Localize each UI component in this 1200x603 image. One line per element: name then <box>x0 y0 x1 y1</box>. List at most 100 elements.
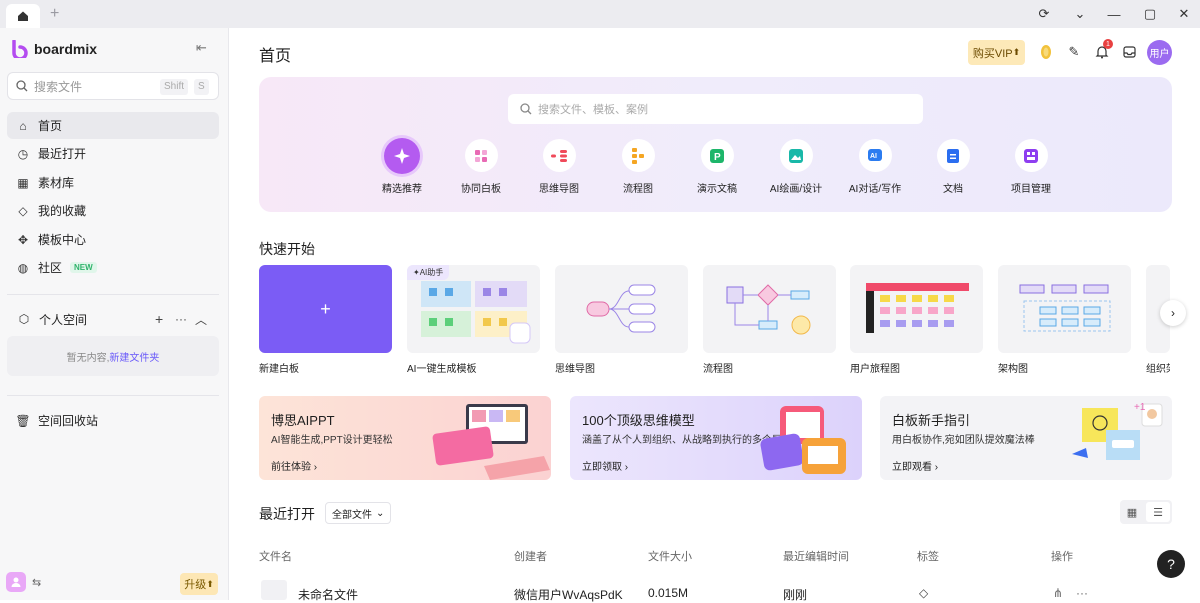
svg-text:P: P <box>714 152 721 163</box>
banner-link-label: 立即观看 <box>892 462 932 473</box>
category-flowchart[interactable]: 流程图 <box>598 139 678 195</box>
category-ai-writing[interactable]: AI AI对话/写作 <box>835 139 915 195</box>
sidebar-search[interactable]: 搜索文件 Shift S <box>7 72 219 100</box>
more-icon[interactable]: ··· <box>175 312 187 326</box>
sidebar-item-label: 模板中心 <box>38 233 87 247</box>
mindmap-preview <box>586 284 656 333</box>
grid-view-icon[interactable]: ▦ <box>1120 500 1144 524</box>
sidebar-item-label: 最近打开 <box>38 147 87 161</box>
upgrade-button[interactable]: 升级 ⬆ <box>180 573 218 595</box>
category-label: 协同白板 <box>461 184 501 195</box>
share-icon[interactable]: ⋔ <box>1053 586 1063 600</box>
column-header-edited[interactable]: 最近编辑时间 <box>783 548 849 564</box>
card-label: 思维导图 <box>555 364 595 375</box>
personal-space-header[interactable]: ⬡ 个人空间 + ··· ︿ <box>7 308 219 330</box>
column-header-name[interactable]: 文件名 <box>259 548 292 564</box>
close-button[interactable]: ✕ <box>1166 0 1200 28</box>
clock-icon: ◷ <box>17 146 29 161</box>
scroll-right-button[interactable]: › <box>1160 300 1186 326</box>
category-mindmap[interactable]: 思维导图 <box>519 139 599 195</box>
planet-icon: ◍ <box>17 260 29 275</box>
tag-icon[interactable]: ◇ <box>919 586 928 600</box>
journey-preview <box>866 283 969 333</box>
chevron-up-icon[interactable]: ︿ <box>195 311 207 328</box>
category-presentation[interactable]: P 演示文稿 <box>677 139 757 195</box>
card-label: AI一键生成模板 <box>407 364 477 375</box>
banner-link[interactable]: 立即领取 › <box>582 458 628 473</box>
banner-thinking-models[interactable]: 100个顶级思维模型 涵盖了从个人到组织、从战略到执行的多个层面 立即领取 › <box>570 396 862 480</box>
collapse-sidebar-icon[interactable]: ⇤ <box>196 40 207 56</box>
banner-title: 白板新手指引 <box>892 413 971 428</box>
global-search-input[interactable]: 搜索文件、模板、案例 <box>508 94 923 124</box>
sidebar-item-label: 我的收藏 <box>38 204 87 218</box>
new-folder-link[interactable]: 新建文件夹 <box>109 349 159 364</box>
banner-link[interactable]: 立即观看 › <box>892 458 938 473</box>
file-creator: 微信用户WvAqsPdK <box>514 588 623 602</box>
sidebar-item-community[interactable]: ◍ 社区 NEW <box>7 254 219 281</box>
banner-subtitle: AI智能生成,PPT设计更轻松 <box>271 435 393 446</box>
sidebar-item-templates[interactable]: ✥ 模板中心 <box>7 226 219 253</box>
mindmap-icon <box>542 139 576 172</box>
search-placeholder: 搜索文件 <box>34 79 83 94</box>
personal-space-title: 个人空间 <box>39 312 88 327</box>
brand-logo[interactable]: boardmix <box>12 40 97 58</box>
architecture-card[interactable] <box>998 265 1131 353</box>
column-header-actions[interactable]: 操作 <box>1051 548 1073 564</box>
file-name[interactable]: 未命名文件 <box>298 586 358 603</box>
column-header-tags[interactable]: 标签 <box>917 548 939 564</box>
category-whiteboard[interactable]: 协同白板 <box>441 139 521 195</box>
category-ai-design[interactable]: AI绘画/设计 <box>756 139 836 195</box>
banner-aippt[interactable]: 博思AIPPT AI智能生成,PPT设计更轻松 前往体验 › <box>259 396 551 480</box>
user-avatar-small[interactable] <box>6 572 26 592</box>
column-header-size[interactable]: 文件大小 <box>648 548 692 564</box>
file-filter-dropdown[interactable]: 全部文件 ⌄ <box>325 502 392 524</box>
banner-newbie-guide[interactable]: 白板新手指引 用白板协作,宛如团队提效魔法棒 立即观看 › +1 <box>880 396 1172 480</box>
category-label: 流程图 <box>623 184 653 195</box>
brand-name: boardmix <box>34 41 98 57</box>
divider <box>7 294 219 295</box>
sidebar-item-label: 素材库 <box>38 176 75 190</box>
file-size: 0.015M <box>648 586 689 600</box>
ai-template-card[interactable]: ✦AI助手 <box>407 265 540 353</box>
banner-link[interactable]: 前往体验 › <box>271 458 317 473</box>
category-project[interactable]: 项目管理 <box>991 139 1071 195</box>
switch-icon[interactable]: ⇆ <box>32 576 41 589</box>
new-tab-button[interactable]: + <box>50 5 59 23</box>
card-label: 新建白板 <box>259 364 299 375</box>
buy-vip-button[interactable]: 购买VIP ⬆ <box>968 40 1025 65</box>
add-icon[interactable]: + <box>155 311 163 327</box>
new-whiteboard-card[interactable]: + <box>259 265 392 353</box>
flowchart-card[interactable] <box>703 265 836 353</box>
banner-subtitle: 用白板协作,宛如团队提效魔法棒 <box>892 435 1035 446</box>
category-label: 项目管理 <box>1011 184 1051 195</box>
sidebar-item-library[interactable]: ▦ 素材库 <box>7 169 219 196</box>
recent-title: 最近打开 <box>259 506 315 522</box>
category-featured[interactable]: 精选推荐 <box>362 138 442 195</box>
list-view-icon[interactable]: ☰ <box>1146 502 1170 522</box>
bell-icon[interactable]: 1 <box>1092 39 1113 62</box>
chevron-down-icon[interactable]: ⌄ <box>1062 0 1098 28</box>
banner-link-label: 前往体验 <box>271 462 311 473</box>
arrow-up-icon: ⬆ <box>206 578 214 589</box>
user-avatar[interactable]: 用户 <box>1147 40 1172 65</box>
sidebar-item-trash[interactable]: 🗑︎ 空间回收站 <box>7 407 219 434</box>
sidebar-item-recent[interactable]: ◷ 最近打开 <box>7 140 219 167</box>
journey-map-card[interactable] <box>850 265 983 353</box>
category-document[interactable]: 文档 <box>913 139 993 195</box>
coin-icon[interactable] <box>1036 42 1056 62</box>
sidebar-item-home[interactable]: ⌂ 首页 <box>7 112 219 139</box>
banner-link-label: 立即领取 <box>582 462 622 473</box>
minimize-button[interactable]: — <box>1096 0 1132 28</box>
refresh-icon[interactable]: ⟳ <box>1026 0 1062 28</box>
sidebar-item-favorites[interactable]: ◇ 我的收藏 <box>7 197 219 224</box>
column-header-creator[interactable]: 创建者 <box>514 548 547 564</box>
space-empty-state: 暂无内容, 新建文件夹 <box>7 336 219 376</box>
inbox-icon[interactable] <box>1119 42 1139 62</box>
edit-doc-icon[interactable]: ✎ <box>1064 42 1084 62</box>
tag-icon: ◇ <box>18 203 28 218</box>
maximize-button[interactable]: ▢ <box>1132 0 1168 28</box>
home-tab[interactable] <box>6 4 40 28</box>
more-icon[interactable]: ··· <box>1076 586 1088 600</box>
mindmap-card[interactable] <box>555 265 688 353</box>
help-button[interactable]: ? <box>1157 550 1185 578</box>
